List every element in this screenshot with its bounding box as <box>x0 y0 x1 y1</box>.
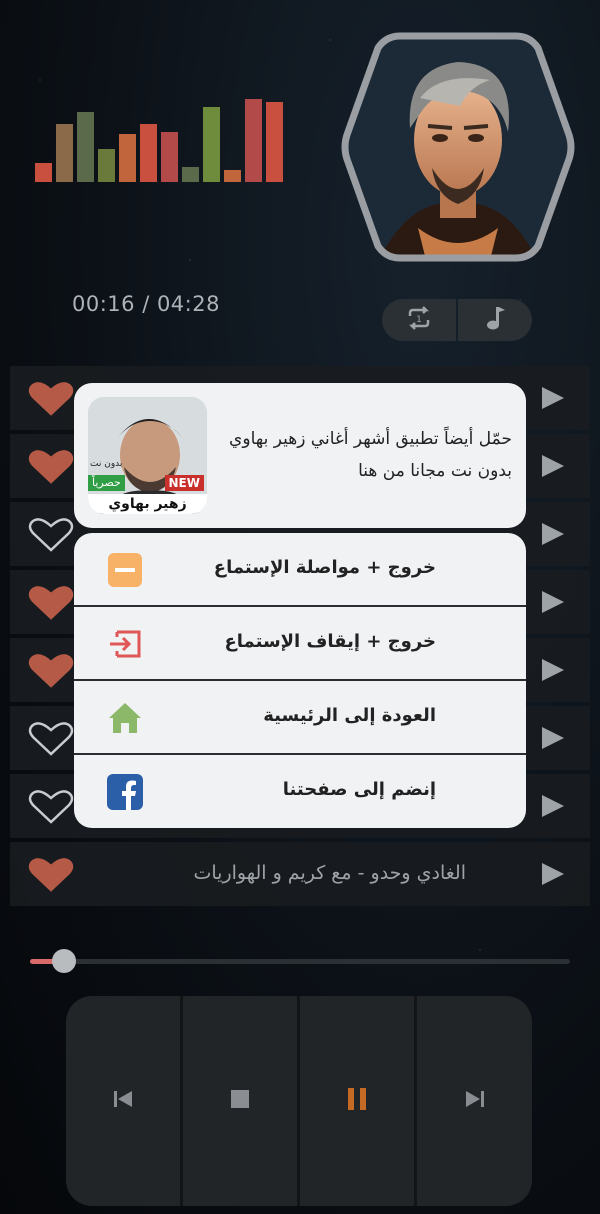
next-icon <box>464 1089 486 1113</box>
promo-new-badge: NEW <box>164 475 204 491</box>
pause-button[interactable] <box>300 996 414 1206</box>
previous-icon <box>112 1089 134 1113</box>
svg-text:1: 1 <box>416 315 422 325</box>
favorite-heart-icon[interactable] <box>28 382 74 416</box>
menu-item-home[interactable]: العودة إلى الرئيسية <box>74 681 526 753</box>
seek-track[interactable] <box>30 959 570 964</box>
menu-item-facebook[interactable]: إنضم إلى صفحتنا <box>74 755 526 827</box>
favorite-heart-icon[interactable] <box>28 654 74 688</box>
favorite-heart-icon[interactable] <box>28 586 74 620</box>
favorite-heart-icon[interactable] <box>28 790 74 824</box>
play-icon[interactable] <box>542 455 564 477</box>
equalizer-bar <box>266 102 283 182</box>
equalizer-bar <box>119 134 136 182</box>
equalizer-bar <box>98 149 115 182</box>
menu-item-exit-continue[interactable]: خروج + مواصلة الإستماع <box>74 533 526 605</box>
equalizer-bar <box>245 99 262 182</box>
minimize-icon <box>107 552 143 588</box>
playlist-row[interactable]: الغادي وحدو - مع كريم و الهواريات <box>10 842 590 906</box>
promo-card[interactable]: NEW حصرياً بدون نت زهير بهاوي حمّل أيضاً… <box>74 383 526 528</box>
favorite-heart-icon[interactable] <box>28 518 74 552</box>
menu-label: خروج + إيقاف الإستماع <box>224 631 436 652</box>
play-icon[interactable] <box>542 659 564 681</box>
music-note-icon <box>483 304 507 336</box>
promo-app-thumbnail[interactable]: NEW حصرياً بدون نت زهير بهاوي <box>88 397 207 514</box>
stop-button[interactable] <box>183 996 297 1206</box>
next-button[interactable] <box>417 996 532 1206</box>
exit-icon <box>107 626 143 662</box>
equalizer-bar <box>56 124 73 182</box>
repeat-one-icon: 1 <box>405 304 433 336</box>
play-icon[interactable] <box>542 387 564 409</box>
favorite-heart-icon[interactable] <box>28 450 74 484</box>
menu-label: إنضم إلى صفحتنا <box>282 779 436 800</box>
stop-icon <box>231 1090 249 1112</box>
time-display: 00:16 / 04:28 <box>72 292 220 316</box>
play-icon[interactable] <box>542 863 564 885</box>
artist-avatar <box>340 28 576 266</box>
pause-icon <box>347 1088 367 1114</box>
promo-text: حمّل أيضاً تطبيق أشهر أغاني زهير بهاوي ب… <box>229 429 512 481</box>
promo-exclusive-badge: حصرياً <box>88 475 125 491</box>
play-icon[interactable] <box>542 523 564 545</box>
promo-caption-name: زهير بهاوي <box>88 494 207 514</box>
exit-menu: خروج + مواصلة الإستماع خروج + إيقاف الإس… <box>74 533 526 828</box>
play-icon[interactable] <box>542 795 564 817</box>
home-icon <box>107 700 143 736</box>
equalizer-bar <box>77 112 94 182</box>
equalizer-bar <box>35 163 52 182</box>
menu-label: العودة إلى الرئيسية <box>263 705 436 726</box>
promo-caption-top: بدون نت <box>90 459 123 469</box>
seek-thumb[interactable] <box>52 949 76 973</box>
equalizer-bar <box>140 124 157 182</box>
previous-button[interactable] <box>66 996 180 1206</box>
menu-item-exit-stop[interactable]: خروج + إيقاف الإستماع <box>74 607 526 679</box>
equalizer-bar <box>224 170 241 182</box>
favorite-heart-icon[interactable] <box>28 722 74 756</box>
equalizer-visualizer <box>35 96 287 182</box>
equalizer-bar <box>203 107 220 182</box>
play-icon[interactable] <box>542 591 564 613</box>
menu-label: خروج + مواصلة الإستماع <box>213 557 436 578</box>
equalizer-bar <box>182 167 199 182</box>
facebook-icon <box>107 774 143 810</box>
playback-controls <box>66 996 532 1206</box>
repeat-one-button[interactable]: 1 <box>382 299 456 341</box>
favorite-heart-icon[interactable] <box>28 858 74 892</box>
equalizer-bar <box>161 132 178 182</box>
play-icon[interactable] <box>542 727 564 749</box>
music-note-button[interactable] <box>458 299 532 341</box>
song-title: الغادي وحدو - مع كريم و الهواريات <box>193 862 466 884</box>
playback-mode-group: 1 <box>382 299 532 341</box>
